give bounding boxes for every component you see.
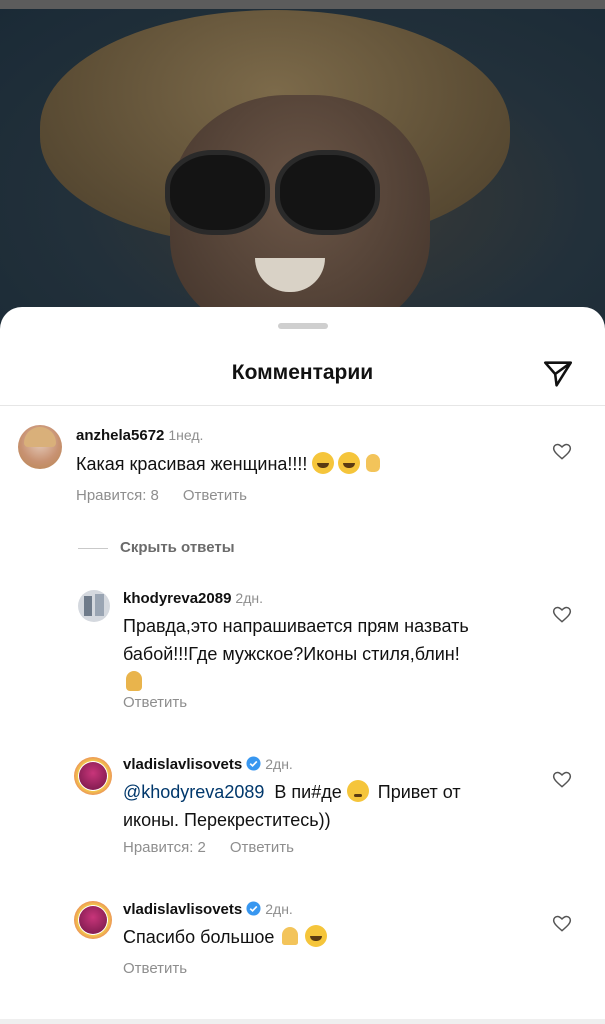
status-strip [0, 0, 605, 9]
username-text[interactable]: khodyreva2089 [123, 590, 231, 607]
reply-text: @khodyreva2089 В пи#де Привет от иконы. … [123, 778, 461, 834]
heart-outline-icon[interactable] [552, 914, 572, 934]
reply-button[interactable]: Ответить [123, 694, 187, 711]
reply-actions: Нравится: 2 Ответить [123, 839, 318, 856]
reply-username[interactable]: vladislavlisovets 2дн. [123, 901, 293, 918]
bottom-edge [0, 1019, 605, 1024]
sheet-title: Комментарии [231, 361, 374, 384]
comment-username[interactable]: anzhela5672 1нед. [76, 427, 203, 444]
grinning-sweat-emoji-icon [338, 452, 361, 474]
comment-actions: Нравится: 8 Ответить [76, 487, 271, 504]
heart-outline-icon[interactable] [552, 605, 572, 625]
hide-replies-line [78, 548, 108, 549]
comments-sheet: Комментарии anzhela5672 1нед. Какая краси… [0, 307, 605, 1024]
reply-time: 2дн. [265, 756, 293, 772]
likes-count[interactable]: Нравится: 2 [123, 839, 206, 856]
hide-replies-button[interactable]: Скрыть ответы [120, 539, 235, 556]
smiling-face-emoji-icon [305, 925, 328, 947]
winking-face-emoji-icon [346, 780, 369, 802]
likes-count[interactable]: Нравится: 8 [76, 487, 159, 504]
photo-sunglasses-right [275, 150, 380, 235]
reply-text-line1: Правда,это напрашивается прям назвать [123, 616, 469, 636]
mention-link[interactable]: @khodyreva2089 [123, 782, 264, 802]
reply-text-part2: Привет от [377, 782, 461, 802]
avatar[interactable] [74, 901, 112, 939]
post-photo-background [0, 0, 605, 330]
reply-text: Спасибо большое [123, 923, 331, 951]
avatar[interactable] [18, 425, 62, 469]
reply-username[interactable]: khodyreva2089 2дн. [123, 590, 263, 607]
ok-hand-emoji-icon [364, 452, 382, 474]
username-text[interactable]: vladislavlisovets [123, 901, 242, 918]
paper-plane-icon[interactable] [541, 357, 575, 391]
username-text[interactable]: vladislavlisovets [123, 756, 242, 773]
reply-text-part1: В пи#де [274, 782, 342, 802]
reply-button[interactable]: Ответить [183, 487, 247, 504]
reply-text-line2: иконы. Перекреститесь)) [123, 810, 331, 830]
username-text[interactable]: anzhela5672 [76, 427, 164, 444]
reply-text-content: Спасибо большое [123, 927, 275, 947]
reply-actions: Ответить [123, 694, 211, 711]
sheet-drag-handle[interactable] [278, 323, 328, 329]
header-divider [0, 405, 605, 406]
comment-text: Какая красивая женщина!!!! [76, 450, 386, 478]
grinning-face-emoji-icon [312, 452, 335, 474]
woman-facepalm-emoji-icon [123, 670, 145, 692]
comment-time: 1нед. [168, 427, 204, 443]
avatar[interactable] [78, 590, 110, 622]
heart-outline-icon[interactable] [552, 442, 572, 462]
reply-actions: Ответить [123, 960, 211, 977]
reply-time: 2дн. [235, 590, 263, 606]
comment-text-content: Какая красивая женщина!!!! [76, 454, 308, 474]
praying-hands-emoji-icon [279, 925, 301, 947]
reply-text-line2: бабой!!!Где мужское?Иконы стиля,блин! [123, 644, 460, 664]
reply-text: Правда,это напрашивается прям назвать ба… [123, 612, 469, 696]
avatar[interactable] [74, 757, 112, 795]
photo-sunglasses-left [165, 150, 270, 235]
reply-button[interactable]: Ответить [123, 960, 187, 977]
reply-username[interactable]: vladislavlisovets 2дн. [123, 756, 293, 773]
heart-outline-icon[interactable] [552, 770, 572, 790]
reply-time: 2дн. [265, 901, 293, 917]
reply-button[interactable]: Ответить [230, 839, 294, 856]
verified-badge-icon [246, 901, 261, 916]
verified-badge-icon [246, 756, 261, 771]
